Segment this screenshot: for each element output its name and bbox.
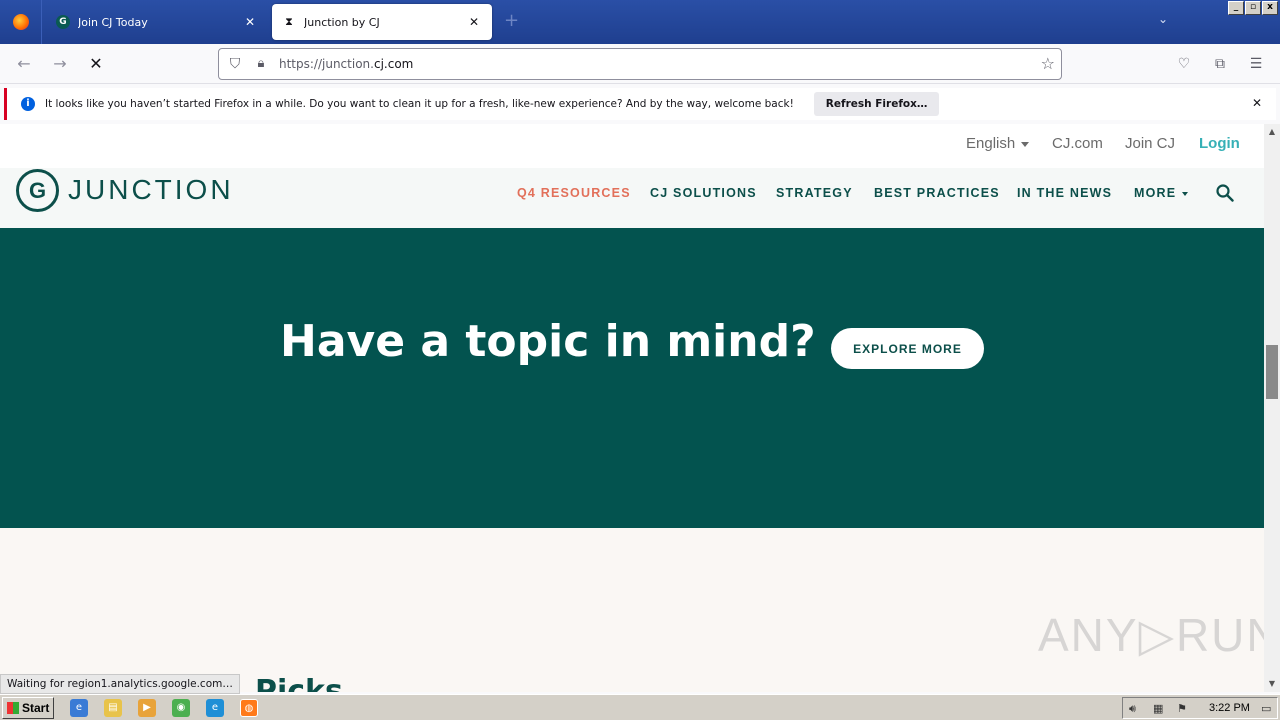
notification-text: It looks like you haven’t started Firefo… [45,98,794,110]
nav-cj-solutions[interactable]: CJ SOLUTIONS [650,186,757,200]
taskbar: Start e ▤ ▶ ◉ e ◍ 🔊︎ ▦ ⚑ 3:22 PM ▭ [0,694,1280,720]
status-text: Waiting for region1.analytics.google.com… [0,674,240,694]
nav-q4-resources[interactable]: Q4 RESOURCES [517,186,631,200]
close-icon[interactable]: ✕ [1252,96,1262,110]
hero-title: Have a topic in mind? [280,316,816,367]
hourglass-icon: ⧗ [285,15,293,28]
star-icon[interactable]: ☆ [1041,54,1055,73]
firefox-menu-button[interactable] [0,0,42,44]
scrollbar-thumb[interactable] [1266,345,1278,399]
close-window-button[interactable]: x [1262,1,1278,15]
nav-more[interactable]: MORE [1134,186,1189,200]
cj-com-link[interactable]: CJ.com [1052,135,1103,152]
hamburger-menu-icon[interactable]: ☰ [1246,54,1266,74]
tab-bar: G Join CJ Today ✕ ⧗ Junction by CJ ✕ + ⌄… [0,0,1280,44]
junction-logo-icon[interactable]: G [16,169,59,212]
info-icon: i [21,97,35,111]
language-selector[interactable]: English [966,135,1030,152]
url-bar[interactable]: ⛉ 🔒︎ https://junction.cj.com ☆ [218,48,1062,80]
chevron-down-icon[interactable]: ⌄ [1158,12,1168,26]
new-tab-button[interactable]: + [504,10,519,31]
anyrun-watermark: ANY▷RUN [1038,609,1264,661]
web-page: English CJ.com Join CJ Login G JUNCTION … [0,124,1264,692]
explore-more-button[interactable]: EXPLORE MORE [831,328,984,369]
refresh-firefox-button[interactable]: Refresh Firefox… [813,92,940,116]
hero-banner: Have a topic in mind? EXPLORE MORE [0,228,1264,528]
start-button[interactable]: Start [2,697,54,719]
media-player-icon[interactable]: ▶ [138,699,156,717]
url-text[interactable]: https://junction.cj.com [279,57,413,71]
edge-icon[interactable]: e [206,699,224,717]
forward-arrow-icon[interactable]: → [50,54,70,74]
junction-logo-text[interactable]: JUNCTION [68,174,234,206]
network-icon[interactable]: ▦ [1153,702,1163,715]
extensions-icon[interactable]: ⧉ [1210,54,1230,74]
caret-down-icon [1021,141,1030,147]
utility-bar: English CJ.com Join CJ Login [0,124,1264,168]
system-tray: 🔊︎ ▦ ⚑ 3:22 PM ▭ [1122,697,1278,719]
nav-in-the-news[interactable]: IN THE NEWS [1017,186,1112,200]
cj-logo-icon: G [56,15,70,29]
windows-flag-icon [7,702,19,714]
close-icon[interactable]: ✕ [242,15,258,29]
tab-label: Junction by CJ [304,15,380,29]
start-label: Start [22,701,50,715]
restore-button[interactable]: ▫ [1245,1,1261,15]
desktop-icon[interactable]: ▭ [1261,702,1271,715]
notification-bar: i It looks like you haven’t started Fire… [4,88,1276,120]
caret-down-icon [1182,191,1189,196]
scrollbar[interactable]: ▲ ▼ [1264,124,1280,692]
navigation-toolbar: ← → ✕ ⛉ 🔒︎ https://junction.cj.com ☆ ♡ ⧉… [0,44,1280,84]
pocket-icon[interactable]: ♡ [1174,54,1194,74]
join-cj-link[interactable]: Join CJ [1125,135,1175,152]
main-navigation: G JUNCTION Q4 RESOURCES CJ SOLUTIONS STR… [0,168,1264,228]
search-icon[interactable] [1216,184,1234,202]
section-heading: Picks [255,674,343,692]
scroll-up-icon[interactable]: ▲ [1264,124,1280,140]
firefox-taskbar-icon[interactable]: ◍ [240,699,258,717]
login-link[interactable]: Login [1199,135,1240,152]
tab-join-cj-today[interactable]: G Join CJ Today ✕ [46,4,268,40]
stop-loading-icon[interactable]: ✕ [86,54,106,74]
ie-icon[interactable]: e [70,699,88,717]
tab-label: Join CJ Today [78,15,148,29]
lock-icon[interactable]: 🔒︎ [253,56,269,72]
folder-icon[interactable]: ▤ [104,699,122,717]
flag-icon[interactable]: ⚑ [1177,702,1187,715]
tab-junction-by-cj[interactable]: ⧗ Junction by CJ ✕ [272,4,492,40]
firefox-logo-icon [12,14,29,30]
chrome-icon[interactable]: ◉ [172,699,190,717]
back-arrow-icon[interactable]: ← [14,54,34,74]
nav-strategy[interactable]: STRATEGY [776,186,853,200]
nav-best-practices[interactable]: BEST PRACTICES [874,186,1000,200]
shield-icon[interactable]: ⛉ [227,56,243,72]
close-icon[interactable]: ✕ [466,15,482,29]
minimize-button[interactable]: _ [1228,1,1244,15]
scroll-down-icon[interactable]: ▼ [1264,676,1280,692]
clock: 3:22 PM [1209,702,1250,714]
speaker-icon[interactable]: 🔊︎ [1129,702,1136,716]
